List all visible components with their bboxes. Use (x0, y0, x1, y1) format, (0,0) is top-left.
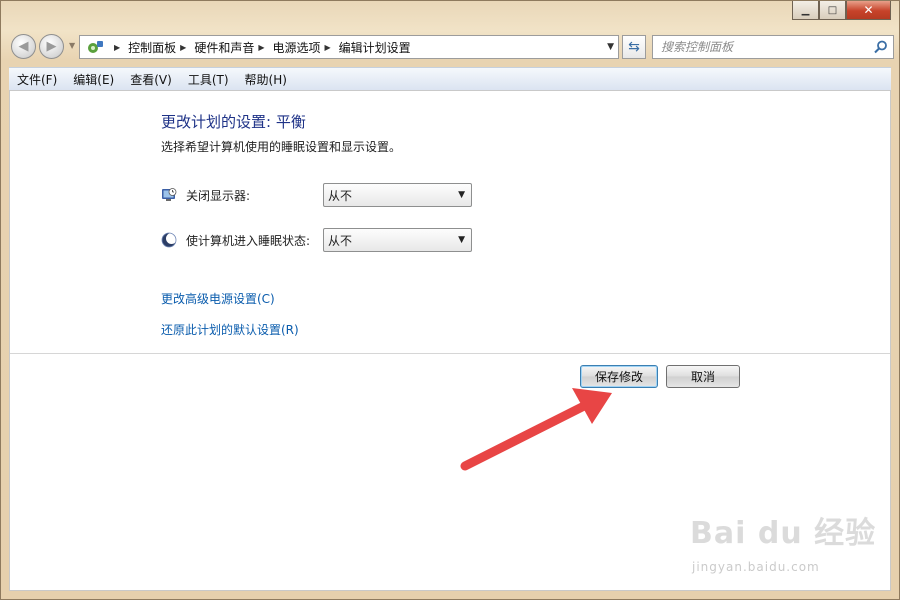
display-off-label: 关闭显示器: (186, 188, 251, 203)
search-input[interactable] (659, 39, 873, 55)
advanced-power-settings-link[interactable]: 更改高级电源设置(C) (161, 290, 275, 307)
cancel-button[interactable]: 取消 (666, 365, 740, 388)
sleep-select[interactable]: 从不 ▼ (323, 228, 472, 252)
menu-help[interactable]: 帮助(H) (237, 71, 295, 88)
back-arrow-icon: ◀ (18, 39, 29, 54)
control-panel-icon (88, 41, 103, 53)
breadcrumb-separator-icon: ▶ (258, 42, 265, 52)
close-button[interactable]: ✕ (846, 1, 891, 20)
display-off-select[interactable]: 从不 ▼ (323, 183, 472, 207)
menu-bar: 文件(F) 编辑(E) 查看(V) 工具(T) 帮助(H) (9, 67, 891, 91)
caption-buttons: ▁ □ ✕ (792, 1, 891, 22)
sleep-setting: 使计算机进入睡眠状态: 从不 ▼ (161, 228, 472, 252)
search-icon[interactable] (874, 40, 888, 54)
breadcrumb-separator-icon: ▶ (180, 42, 187, 52)
minimize-button[interactable]: ▁ (792, 1, 819, 20)
menu-edit[interactable]: 编辑(E) (65, 71, 122, 88)
display-off-setting: 关闭显示器: 从不 ▼ (161, 183, 472, 207)
chevron-down-icon: ▼ (458, 235, 465, 245)
breadcrumb-separator-icon: ▶ (324, 42, 331, 52)
baidu-watermark-logo: Bai du 经验 (690, 516, 877, 551)
monitor-clock-icon (162, 188, 177, 201)
breadcrumb-power-options[interactable]: 电源选项 (273, 39, 321, 56)
sleep-moon-icon (161, 232, 177, 248)
display-off-value: 从不 (328, 188, 353, 203)
maximize-button[interactable]: □ (819, 1, 846, 20)
chevron-down-icon: ▼ (458, 190, 465, 200)
baidu-watermark-url: jingyan.baidu.com (692, 560, 820, 574)
breadcrumb-separator-icon: ▶ (114, 42, 121, 52)
address-dropdown-icon[interactable]: ▼ (607, 42, 614, 52)
menu-tools[interactable]: 工具(T) (180, 71, 237, 88)
menu-file[interactable]: 文件(F) (9, 71, 65, 88)
sleep-label: 使计算机进入睡眠状态: (186, 233, 311, 248)
page-subtitle: 选择希望计算机使用的睡眠设置和显示设置。 (161, 140, 402, 154)
save-changes-button[interactable]: 保存修改 (580, 365, 658, 388)
breadcrumb-control-panel[interactable]: 控制面板 (128, 39, 176, 56)
navigation-bar: ◀ ▶ ▼ ▶ 控制面板 ▶ 硬件和声音 ▶ 电源选项 ▶ 编辑计划设置 ▼ ⇆ (9, 31, 894, 63)
menu-view[interactable]: 查看(V) (122, 71, 180, 88)
refresh-icon: ⇆ (628, 39, 640, 55)
forward-arrow-icon: ▶ (46, 39, 57, 54)
restore-defaults-link[interactable]: 还原此计划的默认设置(R) (161, 321, 299, 338)
address-bar[interactable]: ▶ 控制面板 ▶ 硬件和声音 ▶ 电源选项 ▶ 编辑计划设置 ▼ (79, 35, 619, 59)
breadcrumb-hardware-sound[interactable]: 硬件和声音 (194, 39, 254, 56)
forward-button[interactable]: ▶ (39, 34, 64, 59)
breadcrumb-edit-plan[interactable]: 编辑计划设置 (339, 39, 411, 56)
back-button[interactable]: ◀ (11, 34, 36, 59)
refresh-button[interactable]: ⇆ (622, 35, 646, 59)
recent-pages-dropdown[interactable]: ▼ (69, 41, 75, 50)
search-box (652, 35, 894, 59)
divider (10, 353, 890, 354)
page-title: 更改计划的设置: 平衡 (161, 113, 306, 131)
sleep-value: 从不 (328, 233, 353, 248)
